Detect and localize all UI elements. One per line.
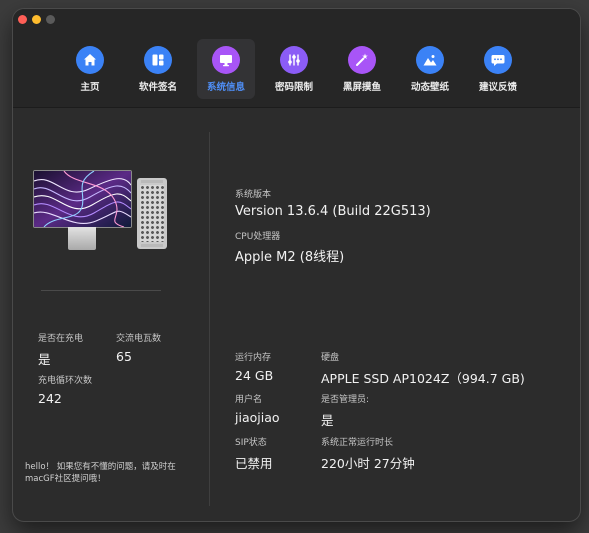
app-window: 主页 软件签名 系统信息 密码限制 黑屏摸鱼 动态壁纸 建议反馈 是否在充电 是…	[13, 9, 580, 521]
minimize-window-button[interactable]	[32, 15, 41, 24]
tab-label: 黑屏摸鱼	[342, 82, 381, 93]
toolbar: 主页 软件签名 系统信息 密码限制 黑屏摸鱼 动态壁纸 建议反馈	[13, 9, 580, 108]
tab-label: 主页	[80, 82, 100, 93]
disk-value: APPLE SSD AP1024Z（994.7 GB)	[321, 371, 525, 386]
sip-status-value: 已禁用	[235, 456, 273, 471]
monitor-icon	[212, 46, 240, 74]
tab-system-info[interactable]: 系统信息	[197, 39, 255, 99]
panel-divider	[209, 132, 210, 506]
ac-wattage-label: 交流电瓦数	[116, 334, 162, 344]
charge-cycles-label: 充电循环次数	[38, 376, 93, 386]
admin-value: 是	[321, 413, 334, 428]
tab-label: 密码限制	[274, 82, 313, 93]
username-value: jiaojiao	[235, 410, 280, 425]
charge-cycles-value: 242	[38, 391, 62, 406]
tab-password-limit[interactable]: 密码限制	[265, 39, 323, 99]
cpu-value: Apple M2 (8线程)	[235, 250, 345, 265]
tab-label: 系统信息	[206, 82, 245, 93]
charging-value: 是	[38, 352, 51, 367]
tab-dynamic-wallpaper[interactable]: 动态壁纸	[401, 39, 459, 99]
tab-label: 软件签名	[138, 82, 177, 93]
admin-label: 是否管理员:	[321, 395, 370, 405]
close-window-button[interactable]	[18, 15, 27, 24]
display-stand-image	[68, 227, 96, 250]
tab-feedback[interactable]: 建议反馈	[469, 39, 527, 99]
charging-label: 是否在充电	[38, 334, 84, 344]
system-info-panel: 是否在充电 是 交流电瓦数 65 充电循环次数 242 hello！ 如果您有不…	[13, 108, 580, 521]
tab-software-signing[interactable]: 软件签名	[129, 39, 187, 99]
window-controls	[18, 15, 55, 24]
zoom-window-button[interactable]	[46, 15, 55, 24]
os-version-label: 系统版本	[235, 190, 272, 200]
ac-wattage-value: 65	[116, 349, 132, 364]
uptime-label: 系统正常运行时长	[321, 438, 394, 448]
app-grid-icon	[144, 46, 172, 74]
section-divider	[41, 290, 161, 291]
disk-label: 硬盘	[321, 353, 340, 363]
chat-bubble-icon	[484, 46, 512, 74]
uptime-value: 220小时 27分钟	[321, 456, 415, 471]
mac-pro-tower-image	[137, 178, 167, 249]
ram-label: 运行内存	[235, 353, 272, 363]
tab-label: 建议反馈	[478, 82, 517, 93]
tab-label: 动态壁纸	[410, 82, 449, 93]
community-tip: hello！ 如果您有不懂的问题，请及时在macGF社区提问哦！	[25, 462, 176, 484]
sliders-icon	[280, 46, 308, 74]
tab-black-screen[interactable]: 黑屏摸鱼	[333, 39, 391, 99]
home-icon	[76, 46, 104, 74]
ram-value: 24 GB	[235, 368, 274, 383]
tab-home[interactable]: 主页	[61, 39, 119, 99]
os-version-value: Version 13.6.4 (Build 22G513)	[235, 204, 431, 219]
username-label: 用户名	[235, 395, 263, 405]
magic-wand-icon	[348, 46, 376, 74]
mountain-image-icon	[416, 46, 444, 74]
cpu-label: CPU处理器	[235, 232, 281, 242]
display-image	[33, 170, 132, 228]
sip-status-label: SIP状态	[235, 438, 267, 448]
